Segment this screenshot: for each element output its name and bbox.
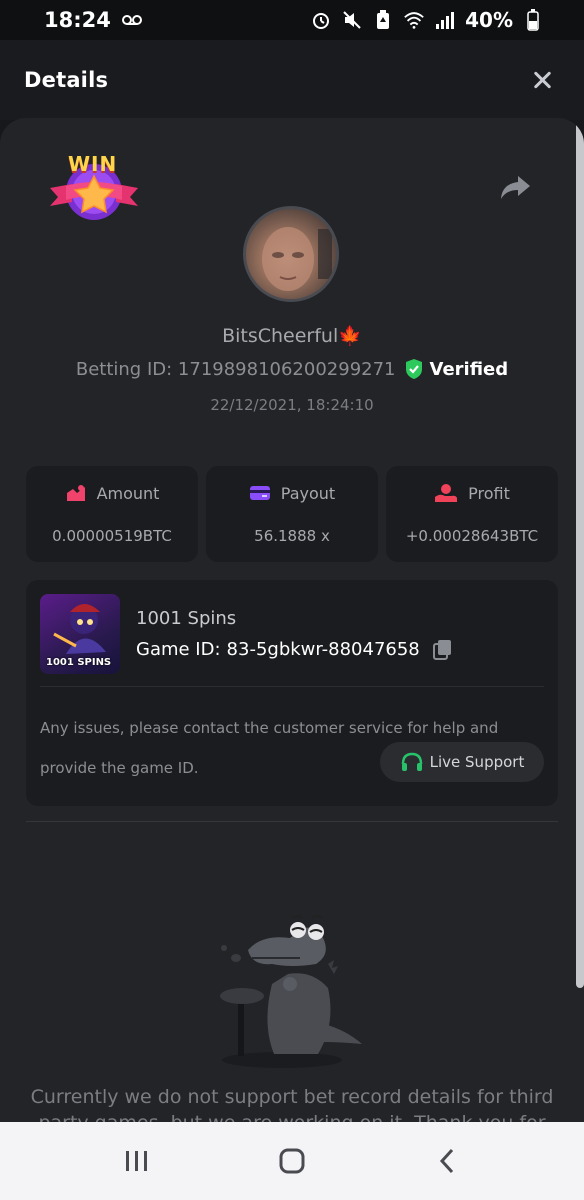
win-badge: WIN: [46, 150, 142, 224]
game-name: 1001 Spins: [136, 608, 237, 629]
home-button[interactable]: [272, 1141, 312, 1181]
game-thumb-text: 1001 SPINS: [46, 657, 112, 668]
share-icon[interactable]: [498, 172, 532, 202]
win-badge-text: WIN: [68, 152, 118, 176]
page-title: Details: [24, 68, 109, 92]
copy-icon[interactable]: [432, 638, 454, 660]
alarm-icon: [310, 9, 332, 31]
home-icon: [279, 1148, 305, 1174]
game-thumbnail[interactable]: 1001 SPINS: [40, 594, 120, 674]
recent-apps-icon: [126, 1151, 148, 1171]
stats-row: Amount 0.00000519BTC Payout 56.1888 x Pr…: [26, 466, 558, 562]
avatar: [243, 206, 339, 302]
live-support-button[interactable]: Live Support: [380, 742, 544, 782]
scrollbar[interactable]: [576, 118, 584, 988]
live-support-label: Live Support: [429, 753, 525, 771]
stat-value-amount: 0.00000519BTC: [52, 527, 172, 545]
stat-label-profit: Profit: [468, 483, 510, 503]
stat-card-payout: Payout 56.1888 x: [206, 466, 378, 562]
profit-icon: [435, 484, 458, 502]
battery-saver-icon: [372, 9, 394, 31]
stat-label-payout: Payout: [280, 483, 336, 503]
game-card: 1001 SPINS 1001 Spins Game ID: 83-5gbkwr…: [26, 580, 558, 806]
username-text: BitsCheerful: [222, 325, 339, 347]
stat-label-amount: Amount: [96, 483, 160, 503]
amount-icon: [66, 485, 85, 501]
betting-id: Betting ID: 1719898106200299271: [75, 358, 396, 380]
voicemail-icon: [121, 9, 143, 31]
timestamp: 22/12/2021, 18:24:10: [210, 396, 374, 414]
recent-apps-button[interactable]: [117, 1141, 157, 1181]
maple-leaf-icon: 🍁: [338, 325, 362, 347]
battery-percent: 40%: [465, 8, 513, 32]
header: Details: [0, 40, 584, 120]
verified-label: Verified: [429, 358, 509, 380]
status-time: 18:24: [44, 8, 111, 32]
battery-icon: [522, 9, 544, 31]
stat-card-amount: Amount 0.00000519BTC: [26, 466, 198, 562]
betting-id-row: Betting ID: 1719898106200299271 Verified: [0, 358, 584, 380]
details-sheet: WIN BitsCheerful🍁 Betting ID: 1719898106…: [0, 118, 584, 1128]
game-id-row: Game ID: 83-5gbkwr-88047658: [136, 638, 454, 660]
username: BitsCheerful🍁: [0, 324, 584, 347]
back-icon: [439, 1148, 453, 1174]
verified-badge: Verified: [404, 358, 509, 380]
headset-icon: [401, 752, 422, 771]
card-divider: [40, 686, 544, 687]
status-bar: 18:24 40%: [0, 0, 584, 40]
game-id-label: Game ID:: [136, 638, 221, 660]
game-id-value: 83-5gbkwr-88047658: [226, 638, 420, 660]
payout-icon: [249, 486, 270, 500]
signal-icon: [434, 9, 456, 31]
shield-check-icon: [405, 359, 422, 379]
mute-icon: [341, 9, 363, 31]
stat-card-profit: Profit +0.00028643BTC: [386, 466, 558, 562]
section-divider: [26, 821, 558, 822]
stat-value-payout: 56.1888 x: [254, 526, 330, 545]
back-button[interactable]: [427, 1141, 467, 1181]
wifi-icon: [403, 9, 425, 31]
crocodile-illustration: [212, 904, 372, 1070]
close-button[interactable]: [530, 68, 554, 92]
stat-value-profit: +0.00028643BTC: [405, 527, 539, 545]
system-nav-bar: [0, 1122, 584, 1200]
